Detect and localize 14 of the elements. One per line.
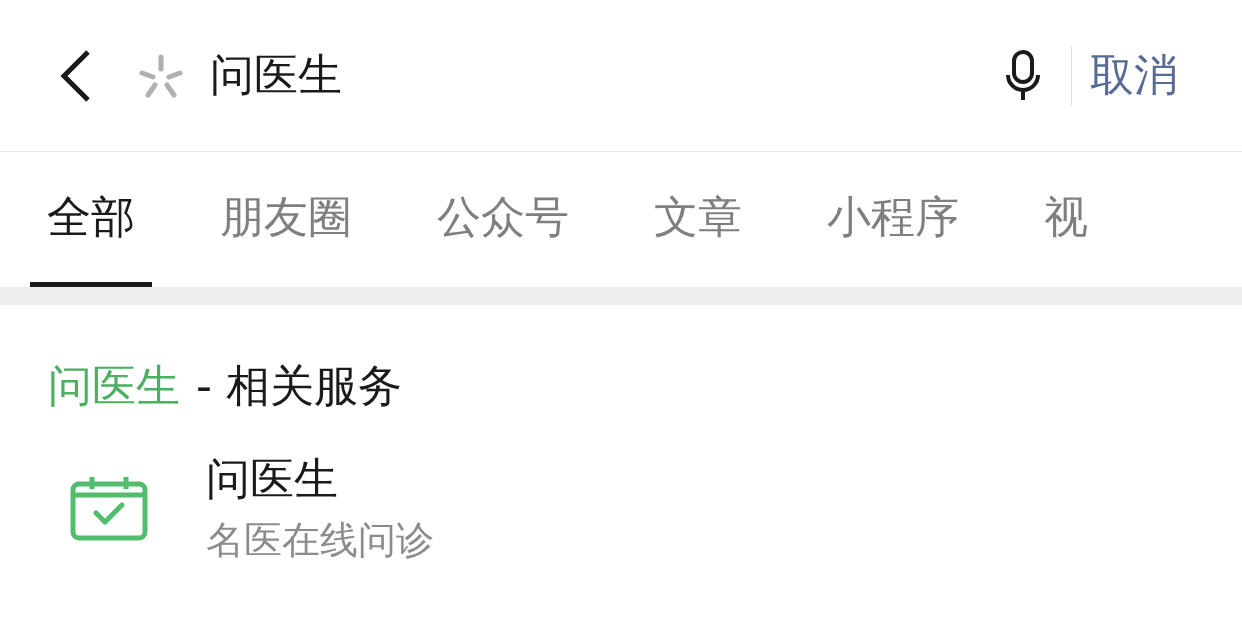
cancel-button[interactable]: 取消 [1090,46,1242,105]
tab[interactable]: 公众号 [420,152,586,287]
tab[interactable]: 小程序 [810,152,976,287]
heading-keyword: 问医生 [48,359,180,413]
tab[interactable]: 视 [1027,152,1105,287]
tab[interactable]: 全部 [30,152,152,287]
service-description: 名医在线问诊 [206,517,434,564]
service-title[interactable]: 问医生 [206,450,434,509]
calendar-check-icon [70,475,148,541]
search-field[interactable]: 问医生 [210,50,1005,101]
tab[interactable]: 文章 [637,152,759,287]
section-heading: - 相关服务 [196,359,402,413]
tab[interactable]: 朋友圈 [203,152,369,287]
microphone-icon[interactable] [1005,48,1041,103]
